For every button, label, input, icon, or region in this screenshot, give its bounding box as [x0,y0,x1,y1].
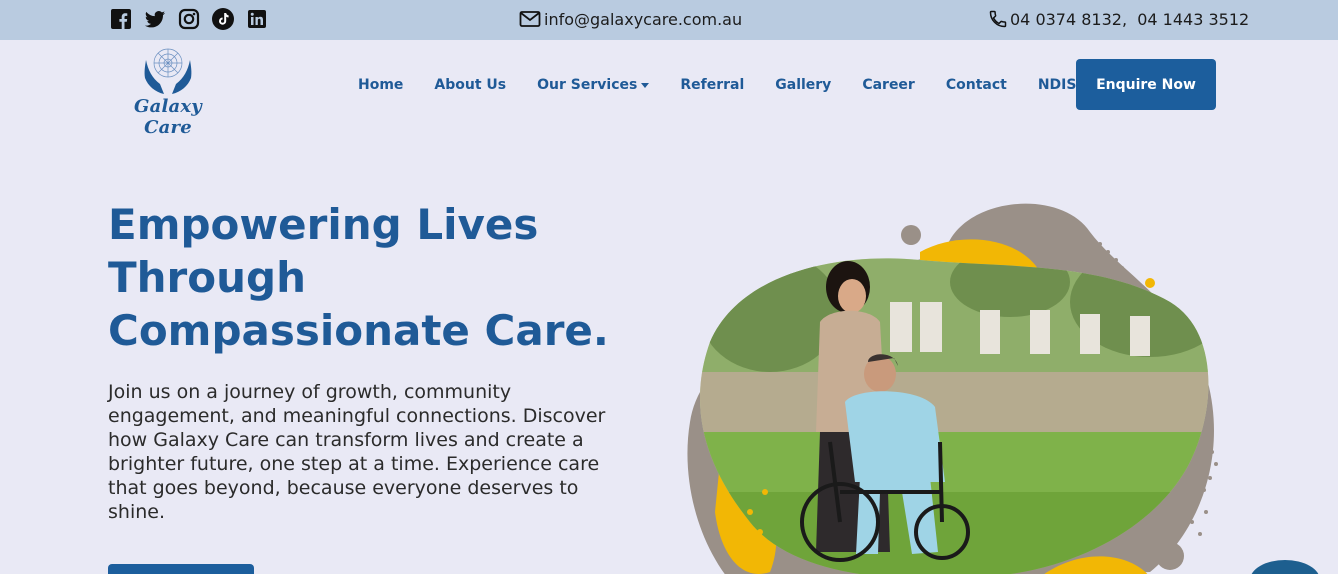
instagram-icon[interactable] [178,8,200,30]
hero-title: Empowering Lives Through Compassionate C… [108,198,668,357]
email-contact[interactable]: info@galaxycare.com.au [519,8,742,30]
chat-widget-button[interactable] [1250,560,1320,574]
phone-contact[interactable]: 04 0374 8132, 04 1443 3512 [988,8,1249,30]
hero-title-line: Compassionate Care. [108,306,609,355]
hero-image [680,192,1240,574]
facebook-icon[interactable] [110,8,132,30]
hero-title-line: Through [108,253,306,302]
linkedin-icon[interactable] [246,8,268,30]
phone-text[interactable]: 04 0374 8132, 04 1443 3512 [1010,10,1249,29]
enquire-now-button[interactable]: Enquire Now [1076,59,1216,110]
main-nav: Home About Us Our Services Referral Gall… [358,74,1119,96]
tiktok-icon[interactable] [212,8,234,30]
hero-text-line: shine. [108,501,165,523]
nav-label[interactable]: NDIS [1038,77,1077,93]
caret-down-icon [641,82,650,88]
nav-item-about-us[interactable]: About Us [434,77,506,93]
hands-star-logo-icon [144,48,192,94]
nav-item-home[interactable]: Home [358,77,403,93]
nav-label[interactable]: Home [358,77,403,93]
nav-item-referral[interactable]: Referral [680,77,744,93]
brand-logo[interactable]: Galaxy Care [108,46,228,138]
hero-text-line: how Galaxy Care can transform lives and … [108,429,584,451]
twitter-icon[interactable] [144,8,166,30]
hero-text-line: that goes beyond, because everyone deser… [108,477,579,499]
mail-icon [519,11,541,27]
nav-label[interactable]: Referral [680,77,744,93]
top-bar: info@galaxycare.com.au 04 0374 8132, 04 … [0,0,1338,40]
email-text[interactable]: info@galaxycare.com.au [544,10,742,29]
nav-item-contact[interactable]: Contact [946,77,1007,93]
logo-text: Galaxy Care [134,96,202,138]
nav-label[interactable]: About Us [434,77,506,93]
nav-label[interactable]: Gallery [775,77,831,93]
hero-title-line: Empowering Lives [108,200,539,249]
hero-text-line: brighter future, one step at a time. Exp… [108,453,600,475]
nav-label[interactable]: Contact [946,77,1007,93]
nav-label[interactable]: Our Services [537,77,637,93]
hero-description: Join us on a journey of growth, communit… [108,380,668,524]
nav-item-our-services[interactable]: Our Services [537,77,650,93]
social-links [110,8,268,32]
hero-text-line: Join us on a journey of growth, communit… [108,381,512,403]
phone-icon [989,10,1007,28]
nav-item-career[interactable]: Career [862,77,915,93]
nav-label[interactable]: Career [862,77,915,93]
hero-cta-button[interactable] [108,564,254,574]
hero-text-line: engagement, and meaningful connections. … [108,405,606,427]
nav-item-gallery[interactable]: Gallery [775,77,831,93]
